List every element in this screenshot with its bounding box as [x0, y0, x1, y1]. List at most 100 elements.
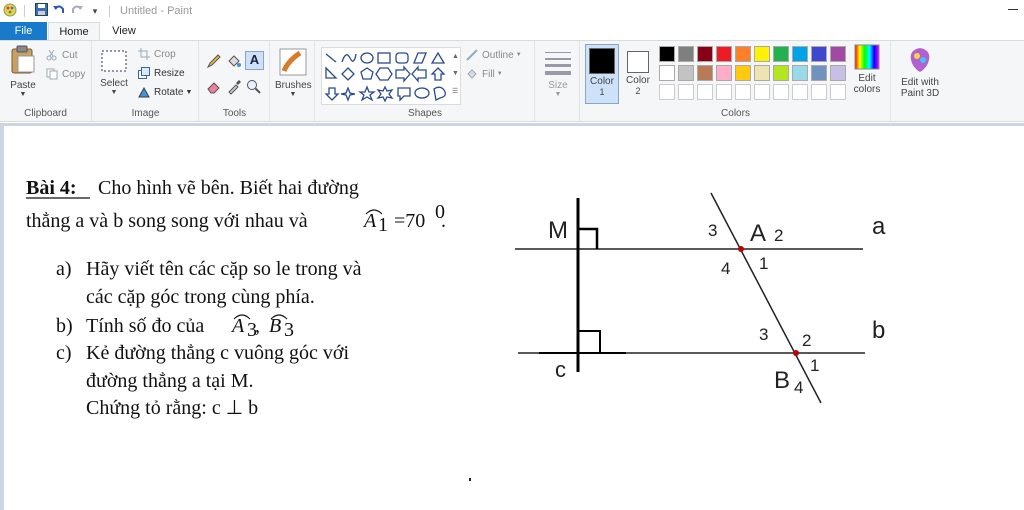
- color1-button[interactable]: Color 1: [585, 44, 619, 104]
- scroll-up-icon[interactable]: ▲: [452, 48, 460, 66]
- point-A: [738, 246, 744, 252]
- color-swatch[interactable]: [697, 65, 713, 81]
- color-swatch[interactable]: [735, 46, 751, 62]
- chevron-down-icon: ▼: [289, 91, 297, 98]
- fill-bucket-icon[interactable]: [226, 53, 242, 72]
- color-picker-icon[interactable]: [226, 79, 242, 98]
- rotate-button[interactable]: Rotate ▼: [138, 86, 192, 98]
- custom-color-slot[interactable]: [735, 84, 751, 100]
- paste-button[interactable]: Paste ▼: [6, 45, 40, 101]
- edit-with-paint3d-button[interactable]: Edit with Paint 3D: [894, 46, 946, 104]
- custom-color-slot[interactable]: [811, 84, 827, 100]
- color-swatch[interactable]: [792, 46, 808, 62]
- angle-B-3: 3: [759, 325, 768, 344]
- customize-icon[interactable]: ▾: [87, 3, 103, 19]
- label-c: c: [555, 357, 566, 382]
- tab-file[interactable]: File: [0, 22, 47, 40]
- color-swatch[interactable]: [678, 46, 694, 62]
- custom-color-slot[interactable]: [792, 84, 808, 100]
- expand-gallery-icon[interactable]: ☰: [452, 83, 460, 101]
- custom-color-slot[interactable]: [659, 84, 675, 100]
- color-swatch[interactable]: [754, 46, 770, 62]
- eraser-icon[interactable]: [206, 79, 222, 98]
- drawing-canvas[interactable]: Bài 4: Cho hình vẽ bên. Biết hai đường t…: [4, 126, 1024, 510]
- resize-button[interactable]: Resize: [138, 67, 185, 79]
- color-swatch[interactable]: [716, 65, 732, 81]
- tab-view[interactable]: View: [104, 22, 144, 40]
- size-button[interactable]: Size ▼: [541, 47, 575, 105]
- color-swatch[interactable]: [773, 65, 789, 81]
- color-swatch[interactable]: [773, 46, 789, 62]
- color-swatch[interactable]: [830, 65, 846, 81]
- paste-icon: [11, 45, 35, 74]
- text-tool-icon[interactable]: A: [245, 51, 264, 70]
- outline-button[interactable]: Outline ▼: [466, 49, 522, 61]
- angle-B-2: 2: [802, 331, 811, 350]
- item-c-line3: Chứng tỏ rằng: c ⊥ b: [86, 397, 258, 419]
- custom-color-slot[interactable]: [754, 84, 770, 100]
- custom-color-slot[interactable]: [830, 84, 846, 100]
- save-icon[interactable]: [33, 3, 49, 19]
- outline-icon: [466, 49, 478, 61]
- brush-icon: [279, 48, 307, 76]
- magnifier-icon[interactable]: [246, 79, 262, 98]
- brushes-button[interactable]: Brushes ▼: [275, 47, 312, 99]
- custom-color-slot[interactable]: [716, 84, 732, 100]
- color-swatch[interactable]: [659, 46, 675, 62]
- paint3d-label2: Paint 3D: [900, 88, 940, 99]
- crop-icon: [138, 48, 150, 60]
- color-swatch[interactable]: [811, 65, 827, 81]
- ribbon-tabs: File Home View: [0, 22, 1024, 40]
- color-swatch[interactable]: [811, 46, 827, 62]
- crop-button[interactable]: Crop: [138, 48, 176, 60]
- select-label: Select: [100, 78, 128, 89]
- label-M: M: [548, 217, 568, 244]
- color-swatch[interactable]: [678, 65, 694, 81]
- minimize-button[interactable]: [1006, 2, 1020, 16]
- color2-button[interactable]: Color 2: [623, 44, 653, 104]
- fill-label: Fill: [482, 68, 495, 80]
- angle-A-1: 1: [759, 254, 768, 273]
- scroll-down-icon[interactable]: ▼: [452, 65, 460, 83]
- right-angle-mark-M: [578, 227, 599, 249]
- point-B: [793, 350, 799, 356]
- size-group: Size ▼: [536, 41, 580, 121]
- clipboard-group: Paste ▼ Cut Copy Clipboard: [0, 41, 92, 121]
- right-angle-mark-b: [578, 330, 601, 353]
- colors-group: Color 1 Color 2 Edit colors Colors: [581, 41, 891, 121]
- custom-color-slot[interactable]: [697, 84, 713, 100]
- angle-A-4: 4: [721, 259, 730, 278]
- color-swatch[interactable]: [792, 65, 808, 81]
- clipboard-group-label: Clipboard: [24, 108, 67, 119]
- paste-label: Paste: [10, 80, 36, 91]
- tab-home[interactable]: Home: [48, 22, 100, 40]
- edit-colors-button[interactable]: Edit colors: [847, 44, 887, 104]
- paint-app-icon[interactable]: [2, 3, 18, 19]
- color-swatch[interactable]: [830, 46, 846, 62]
- fill-button[interactable]: Fill ▼: [466, 68, 503, 80]
- item-b-comma: ,: [255, 315, 260, 337]
- custom-color-slot[interactable]: [678, 84, 694, 100]
- pencil-icon[interactable]: [206, 53, 222, 72]
- undo-icon[interactable]: [51, 3, 67, 19]
- chevron-down-icon: ▼: [554, 91, 562, 98]
- cut-button[interactable]: Cut: [46, 49, 78, 61]
- shapes-gallery[interactable]: [321, 47, 461, 105]
- angle-B-1: 1: [810, 356, 819, 375]
- angle-B-4: 4: [794, 378, 803, 397]
- custom-color-slot[interactable]: [773, 84, 789, 100]
- canvas-dot: [469, 478, 471, 481]
- copy-button[interactable]: Copy: [46, 68, 85, 80]
- select-button[interactable]: Select ▼: [99, 49, 129, 101]
- color-swatch[interactable]: [659, 65, 675, 81]
- label-B: B: [774, 367, 790, 394]
- color-swatch[interactable]: [716, 46, 732, 62]
- color-swatch[interactable]: [697, 46, 713, 62]
- copy-label: Copy: [62, 68, 86, 80]
- paint3d-label: Edit with: [901, 77, 939, 88]
- colors-group-label: Colors: [721, 108, 750, 119]
- redo-icon[interactable]: [69, 3, 85, 19]
- color-swatch[interactable]: [754, 65, 770, 81]
- shapes-gallery-icons: [324, 51, 446, 103]
- color-swatch[interactable]: [735, 65, 751, 81]
